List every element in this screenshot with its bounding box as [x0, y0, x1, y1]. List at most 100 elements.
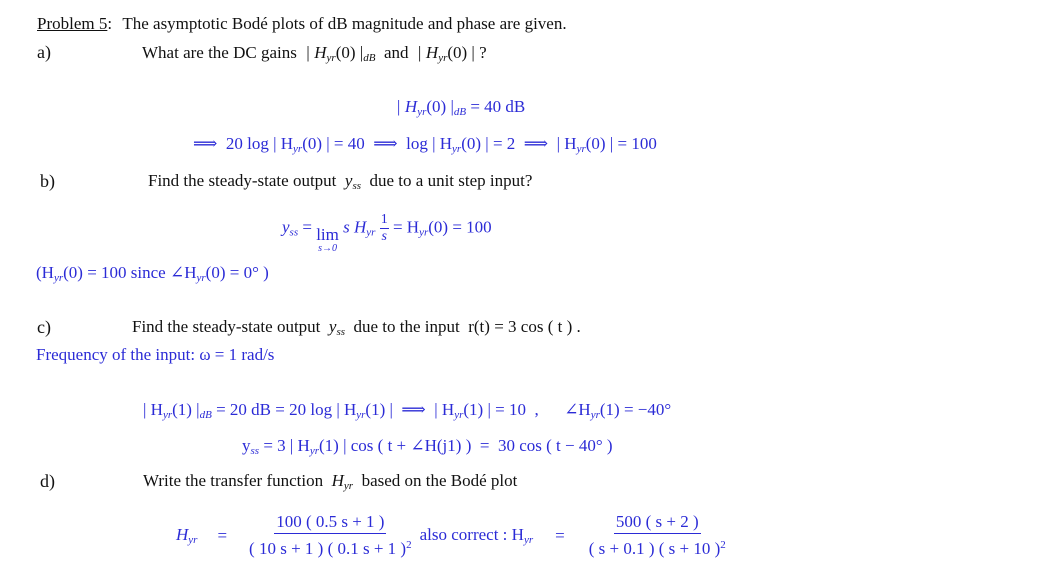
sub: ss	[336, 326, 345, 338]
tf1-fraction: 100 ( 0.5 s + 1 ) ( 10 s + 1 ) ( 0.1 s +…	[247, 512, 414, 559]
part-c-label: c)	[37, 317, 51, 337]
sub: dB	[453, 106, 467, 118]
lim-sub: s→0	[318, 243, 337, 255]
expr: (1) | = 10 , ∠H	[463, 400, 591, 419]
sub: yr	[188, 534, 198, 546]
frac-num: 1	[379, 212, 389, 229]
expr: | H	[416, 43, 439, 62]
fraction: 1s	[379, 212, 389, 245]
sub: yr	[576, 143, 586, 155]
expr: ⟹ 20 log | H	[193, 134, 294, 153]
sub: ss	[352, 180, 361, 192]
problem-colon: :	[107, 14, 113, 33]
tf2-denominator: ( s + 0.1 ) ( s + 10 )2	[587, 534, 728, 559]
part-d-question-text: Write the transfer function	[143, 471, 324, 490]
expr: = H	[392, 217, 420, 237]
expr: (0) |	[335, 43, 364, 62]
expr: (0) | = 100	[585, 134, 657, 153]
sub: yr	[438, 52, 448, 64]
tf2-numerator: 500 ( s + 2 )	[613, 512, 701, 534]
part-d-label: d)	[40, 471, 55, 491]
sub: yr	[419, 226, 429, 239]
part-b-label: b)	[40, 171, 55, 191]
expr: s H	[343, 217, 367, 237]
sub: yr	[452, 143, 462, 155]
sub: yr	[454, 409, 464, 421]
var: y	[282, 217, 290, 237]
sub: yr	[326, 52, 336, 64]
part-b-question: Find the steady-state output yss due to …	[148, 171, 532, 192]
expr: = 3 | H	[259, 436, 310, 455]
part-c-question: Find the steady-state output yss due to …	[132, 317, 581, 338]
expr: y	[242, 436, 251, 455]
part-c-question-text: Find the steady-state output	[132, 317, 321, 336]
problem-header: Problem 5: The asymptotic Bodé plots of …	[37, 14, 567, 34]
part-a-answer-line2: ⟹ 20 log | Hyr(0) | = 40 ⟹ log | Hyr(0) …	[193, 134, 657, 155]
tf1-numerator: 100 ( 0.5 s + 1 )	[274, 512, 387, 534]
part-a-label: a)	[37, 42, 51, 62]
frac-den: s	[381, 229, 387, 244]
part-a-question: What are the DC gains | Hyr(0) |dB and |…	[142, 43, 487, 64]
expr: | H	[396, 97, 418, 116]
part-c-frequency-note: Frequency of the input: ω = 1 rad/s	[36, 345, 275, 364]
sub: yr	[343, 480, 354, 492]
part-a-answer-line1: | Hyr(0) |dB = 40 dB	[396, 97, 525, 118]
sub: yr	[366, 226, 376, 239]
part-c-question-mid: due to the input	[353, 317, 460, 336]
eq: =	[298, 217, 317, 237]
expr: (0) = 0° )	[205, 263, 269, 282]
sub: dB	[199, 409, 212, 421]
lim-text: lim	[316, 225, 339, 245]
expr: | H	[305, 43, 327, 62]
sub: ss	[289, 226, 299, 239]
sub: yr	[309, 445, 320, 457]
sub: yr	[53, 272, 64, 284]
sub: dB	[363, 52, 376, 64]
part-b-question-suffix: due to a unit step input?	[369, 171, 533, 190]
part-a-question-text: What are the DC gains	[142, 43, 297, 62]
expr: (0) |	[426, 97, 454, 116]
part-b-answer: yss = lim s→0 s Hyr 1s = Hyr(0) = 100	[282, 212, 492, 256]
part-b-question-text: Find the steady-state output	[148, 171, 337, 190]
expr: (1) = −40°	[599, 400, 672, 419]
expr: = 40 dB	[466, 97, 526, 116]
part-d-answer: Hyr = 100 ( 0.5 s + 1 ) ( 10 s + 1 ) ( 0…	[176, 512, 728, 559]
expr: (0) | = 40 ⟹ log | H	[302, 134, 453, 153]
sub: yr	[590, 409, 600, 421]
expr: (H	[36, 263, 54, 282]
problem-label: Problem 5	[37, 14, 108, 33]
exp: 2	[720, 539, 726, 551]
expr: (1) |	[172, 400, 200, 419]
part-c-answer-line2: yss = 3 | Hyr(1) | cos ( t + ∠H(j1) ) = …	[242, 436, 613, 457]
expr: (0) = 100	[428, 217, 492, 237]
expr: | H	[143, 400, 163, 419]
also-correct: also correct : Hyr	[420, 525, 534, 546]
part-c-answer-line1: | Hyr(1) |dB = 20 dB = 20 log | Hyr(1) |…	[143, 400, 671, 421]
expr: (0) | = 2 ⟹ | H	[461, 134, 577, 153]
eq: =	[555, 525, 565, 545]
var: H	[176, 525, 189, 544]
exp: 2	[406, 539, 412, 551]
sub: yr	[417, 106, 427, 118]
expr: (1) | cos ( t + ∠H(j1) ) = 30 cos ( t − …	[319, 436, 613, 455]
den-text: ( 10 s + 1 ) ( 0.1 s + 1 )	[249, 539, 407, 558]
part-d-question-suffix: based on the Bodé plot	[361, 471, 518, 490]
expr: (0) | ?	[447, 43, 487, 62]
also-label: also correct : H	[419, 525, 524, 544]
expr: = 20 dB = 20 log | H	[211, 400, 357, 419]
limit: lim s→0	[316, 225, 339, 256]
tf2-fraction: 500 ( s + 2 ) ( s + 0.1 ) ( s + 10 )2	[587, 512, 728, 559]
den-text: ( s + 0.1 ) ( s + 10 )	[588, 539, 721, 558]
tf1-lhs: Hyr	[176, 525, 197, 546]
sub: yr	[523, 534, 534, 546]
var: H	[331, 471, 344, 490]
part-c-input-expr: r(t) = 3 cos ( t ) .	[468, 317, 581, 336]
part-d-question: Write the transfer function Hyr based on…	[143, 471, 517, 492]
problem-statement: The asymptotic Bodé plots of dB magnitud…	[122, 14, 567, 33]
sub: yr	[293, 143, 303, 155]
sub: yr	[162, 409, 173, 421]
expr: (1) | ⟹ | H	[365, 400, 455, 419]
part-b-note: (Hyr(0) = 100 since ∠Hyr(0) = 0° )	[36, 263, 269, 284]
expr: (0) = 100 since ∠H	[63, 263, 197, 282]
tf1-denominator: ( 10 s + 1 ) ( 0.1 s + 1 )2	[247, 534, 414, 559]
